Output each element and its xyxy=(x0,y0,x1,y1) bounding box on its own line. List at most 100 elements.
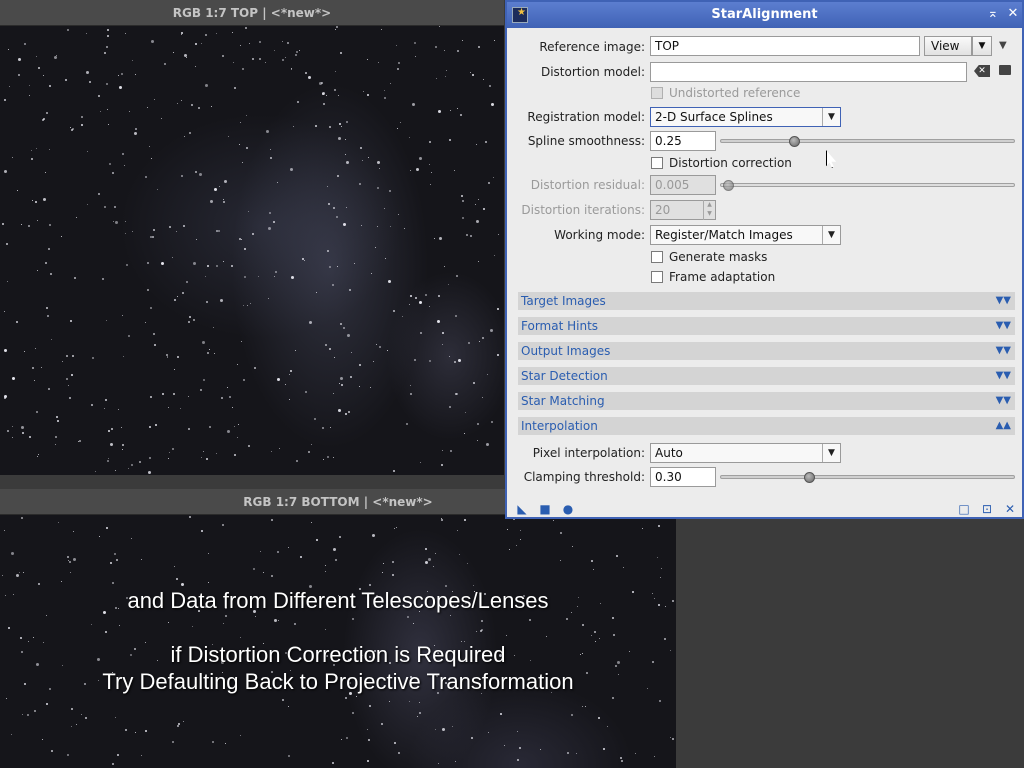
spinner-arrows-icon[interactable]: ▲ ▼ xyxy=(703,200,715,220)
working-mode-select[interactable]: Register/Match Images ▼ xyxy=(650,225,841,245)
star-dot xyxy=(240,735,241,736)
expand-icon[interactable]: ▼▼ xyxy=(996,367,1011,385)
distortion-residual-slider-handle[interactable] xyxy=(723,180,734,191)
star-dot xyxy=(402,316,403,317)
dialog-title[interactable]: StarAlignment xyxy=(507,2,1022,28)
star-dot xyxy=(414,359,416,361)
star-dot xyxy=(464,519,466,521)
star-dot xyxy=(278,620,279,621)
star-dot xyxy=(87,151,88,152)
star-dot xyxy=(398,214,399,215)
expand-icon[interactable]: ▼▼ xyxy=(996,292,1011,310)
star-dot xyxy=(268,298,269,299)
pixel-interpolation-select[interactable]: Auto ▼ xyxy=(650,443,841,463)
star-dot xyxy=(55,436,57,438)
star-dot xyxy=(16,321,18,323)
distortion-residual-input[interactable]: 0.005 xyxy=(650,175,716,195)
star-dot xyxy=(71,708,73,710)
star-dot xyxy=(373,361,374,362)
distortion-iterations-value: 20 xyxy=(655,203,671,217)
star-dot xyxy=(188,321,190,323)
star-dot xyxy=(11,552,14,555)
star-dot xyxy=(479,341,480,342)
star-dot xyxy=(219,186,220,187)
expand-icon[interactable]: ▼▼ xyxy=(996,392,1011,410)
clamping-threshold-input[interactable]: 0.30 xyxy=(650,467,716,487)
section-interpolation[interactable]: Interpolation ▲▲ xyxy=(518,417,1015,435)
clamping-threshold-slider-handle[interactable] xyxy=(803,472,815,483)
reference-image-input[interactable]: TOP xyxy=(650,36,920,56)
star-dot xyxy=(206,301,208,303)
spline-smoothness-slider-handle[interactable] xyxy=(788,136,800,147)
spline-smoothness-slider[interactable] xyxy=(720,139,1015,143)
star-dot xyxy=(34,710,36,712)
star-dot xyxy=(340,323,342,325)
section-format-hints[interactable]: Format Hints ▼▼ xyxy=(518,317,1015,335)
new-instance-icon[interactable]: ◣ xyxy=(515,502,529,516)
star-dot xyxy=(454,361,456,363)
collapse-icon[interactable]: ▲▲ xyxy=(996,417,1011,435)
frame-adaptation-checkbox[interactable] xyxy=(651,271,663,283)
expand-icon[interactable]: ▼▼ xyxy=(996,342,1011,360)
star-dot xyxy=(372,534,375,537)
star-dot xyxy=(470,72,471,73)
star-dot xyxy=(35,201,37,203)
top-window-title[interactable]: RGB 1:7 TOP | <*new*> xyxy=(0,0,504,26)
star-dot xyxy=(258,276,259,277)
edit-instance-icon[interactable]: ⊡ xyxy=(980,502,994,516)
star-dot xyxy=(195,171,197,173)
star-dot xyxy=(109,163,111,165)
star-dot xyxy=(112,582,114,584)
apply-icon[interactable]: ● xyxy=(561,502,575,516)
star-dot xyxy=(571,714,573,716)
view-dropdown-button[interactable]: ▼ xyxy=(972,36,992,56)
shade-icon[interactable]: ⌅ xyxy=(985,6,1001,22)
star-dot xyxy=(457,50,459,52)
star-dot xyxy=(517,731,518,732)
star-dot xyxy=(377,226,378,227)
star-dot xyxy=(598,717,600,719)
clear-icon[interactable]: ✕ xyxy=(974,65,990,77)
bottom-image-window[interactable]: RGB 1:7 BOTTOM | <*new*> xyxy=(0,489,676,768)
star-dot xyxy=(172,448,174,450)
folder-icon[interactable] xyxy=(999,65,1011,75)
section-output-images[interactable]: Output Images ▼▼ xyxy=(518,342,1015,360)
star-dot xyxy=(252,58,254,60)
top-image-canvas[interactable] xyxy=(0,26,504,475)
undistorted-reference-checkbox[interactable] xyxy=(651,87,663,99)
star-dot xyxy=(414,42,416,44)
star-dot xyxy=(429,141,431,143)
star-dot xyxy=(106,46,108,48)
browse-documentation-icon[interactable]: □ xyxy=(957,502,971,516)
reset-icon[interactable]: ✕ xyxy=(1003,502,1017,516)
close-icon[interactable]: ✕ xyxy=(1005,6,1021,22)
star-dot xyxy=(124,165,125,166)
distortion-model-input[interactable] xyxy=(650,62,967,82)
spline-smoothness-input[interactable]: 0.25 xyxy=(650,131,716,151)
section-star-matching[interactable]: Star Matching ▼▼ xyxy=(518,392,1015,410)
star-dot xyxy=(12,437,13,438)
star-dot xyxy=(46,307,48,309)
star-dot xyxy=(249,43,250,44)
distortion-correction-label: Distortion correction xyxy=(669,156,792,170)
star-dot xyxy=(37,456,38,457)
expand-menu-icon[interactable]: ▼ xyxy=(999,40,1007,51)
apply-global-icon[interactable]: ■ xyxy=(538,502,552,516)
section-star-detection[interactable]: Star Detection ▼▼ xyxy=(518,367,1015,385)
expand-icon[interactable]: ▼▼ xyxy=(996,317,1011,335)
top-image-window[interactable]: RGB 1:7 TOP | <*new*> xyxy=(0,0,504,475)
view-button[interactable]: View xyxy=(924,36,972,56)
generate-masks-checkbox[interactable] xyxy=(651,251,663,263)
star-dot xyxy=(290,168,293,171)
star-dot xyxy=(658,525,660,527)
section-target-images[interactable]: Target Images ▼▼ xyxy=(518,292,1015,310)
star-dot xyxy=(419,702,420,703)
star-dot xyxy=(68,560,69,561)
registration-model-select[interactable]: 2-D Surface Splines ▼ xyxy=(650,107,841,127)
clamping-threshold-slider[interactable] xyxy=(720,475,1015,479)
star-dot xyxy=(134,132,137,135)
star-dot xyxy=(560,560,561,561)
star-dot xyxy=(46,112,48,114)
distortion-correction-checkbox[interactable] xyxy=(651,157,663,169)
distortion-residual-slider[interactable] xyxy=(720,183,1015,187)
